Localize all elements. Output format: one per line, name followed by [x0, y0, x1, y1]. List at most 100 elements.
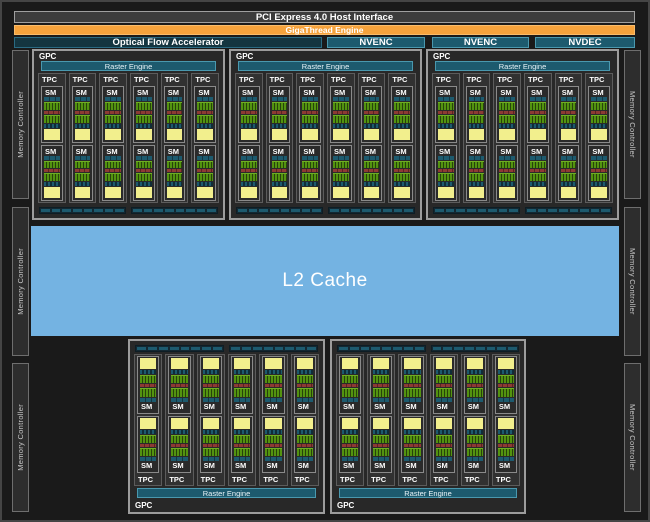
sm-label: SM — [167, 146, 179, 156]
sm-yellow-block — [435, 417, 452, 429]
l2-cache-block: L2 Cache — [31, 226, 619, 336]
memory-controller-bar: Memory Controller — [624, 206, 641, 356]
partition-segment — [590, 209, 600, 212]
partition-segment — [508, 347, 517, 350]
sm-red-bar — [438, 110, 454, 114]
tpc-label: TPC — [392, 75, 408, 84]
sm-teal-dotted-bar — [136, 123, 152, 128]
sm-teal-dotted-bar — [302, 182, 319, 186]
partition-segment — [94, 209, 103, 212]
sm-core-grid — [394, 102, 411, 110]
sm-core-grid — [363, 160, 380, 169]
sm-yellow-block — [166, 187, 183, 198]
sm-red-bar — [171, 384, 188, 388]
sm-core-grid — [265, 375, 282, 384]
sm-core-grid — [363, 102, 380, 110]
tpc-block: SM SM TPC — [259, 354, 288, 486]
sm-yellow-block — [197, 128, 214, 140]
sm-block: SM — [102, 86, 125, 143]
partition-segment — [143, 209, 153, 212]
partition-segment — [382, 347, 392, 350]
partition-bar — [328, 207, 415, 214]
sm-core-grid — [171, 434, 188, 443]
sm-teal-dotted-bar — [105, 182, 122, 186]
sm-yellow-block — [265, 358, 282, 369]
sm-rows — [136, 155, 152, 198]
partition-bar — [433, 207, 520, 214]
sm-core-grid — [499, 102, 516, 110]
sm-rows — [202, 417, 219, 461]
sm-core-grid — [74, 102, 91, 110]
sm-core-grid — [373, 388, 390, 397]
sm-core-grid — [466, 447, 483, 456]
sm-core-grid — [197, 160, 214, 169]
sm-core-grid — [105, 102, 122, 110]
sm-red-bar — [373, 443, 390, 447]
sm-block: SM — [401, 356, 424, 414]
sm-block: SM — [557, 86, 580, 143]
sm-teal-dotted-bar — [468, 182, 485, 186]
tpc-label: TPC — [164, 75, 180, 84]
tpc-label: TPC — [433, 475, 449, 484]
sm-core-grid — [438, 114, 454, 123]
sm-teal-dotted-bar — [499, 182, 516, 186]
sm-label: SM — [467, 401, 479, 411]
sm-red-bar — [105, 110, 122, 114]
sm-core-grid — [105, 114, 122, 123]
sm-yellow-block — [363, 128, 380, 140]
sm-red-bar — [271, 110, 288, 114]
memory-controller-bar: Memory Controller — [624, 363, 641, 512]
partition-segment — [403, 347, 413, 350]
partition-segment — [466, 209, 476, 212]
sm-block: SM — [401, 415, 424, 473]
sm-teal-bar — [468, 155, 485, 160]
partition-segment — [280, 209, 290, 212]
sm-label: SM — [334, 88, 346, 97]
sm-teal-dotted-bar — [302, 123, 319, 128]
sm-teal-dotted-bar — [166, 123, 183, 128]
sm-core-grid — [435, 388, 452, 397]
sm-yellow-block — [296, 358, 313, 369]
partition-segment — [548, 209, 557, 212]
partition-bars — [433, 207, 612, 214]
sm-rows — [499, 155, 516, 198]
sm-core-grid — [373, 434, 390, 443]
partition-bar — [229, 345, 318, 352]
sm-teal-dotted-bar — [44, 123, 60, 128]
sm-label: SM — [439, 88, 451, 97]
sm-core-grid — [438, 173, 454, 181]
l2-cache-label: L2 Cache — [282, 270, 368, 291]
sm-red-bar — [44, 110, 60, 114]
sm-block: SM — [102, 144, 125, 201]
sm-teal-bar — [44, 155, 60, 160]
sm-teal-bar — [74, 155, 91, 160]
sm-rows — [233, 417, 251, 461]
sm-label: SM — [531, 146, 543, 156]
sm-core-grid — [497, 434, 515, 443]
tpc-block: SM SM TPC — [227, 354, 257, 486]
sm-red-bar — [171, 443, 188, 447]
sm-red-bar — [499, 110, 516, 114]
sm-red-bar — [497, 384, 515, 388]
gpc-block: GPC Raster Engine TPC SM SM TPC SM SM TPC SM SM TPC… — [229, 49, 422, 220]
sm-red-bar — [435, 443, 452, 447]
sm-block: SM — [168, 415, 191, 473]
sm-label: SM — [266, 401, 278, 411]
sm-teal-dotted-bar — [271, 182, 288, 186]
sm-teal-bar — [271, 97, 288, 101]
sm-yellow-block — [373, 417, 390, 429]
sm-teal-dotted-bar — [497, 429, 515, 434]
partition-segment — [464, 347, 474, 350]
sm-label: SM — [592, 88, 604, 97]
partition-segment — [330, 209, 339, 212]
partition-segment — [443, 347, 453, 350]
sm-teal-dotted-bar — [394, 123, 411, 128]
sm-red-bar — [404, 443, 421, 447]
sm-core-grid — [136, 114, 152, 123]
sm-block: SM — [299, 144, 322, 201]
sm-teal-dotted-bar — [363, 123, 380, 128]
sm-core-grid — [302, 160, 319, 169]
sm-red-bar — [466, 384, 483, 388]
sm-teal-dotted-bar — [530, 182, 546, 186]
sm-yellow-block — [136, 187, 152, 198]
